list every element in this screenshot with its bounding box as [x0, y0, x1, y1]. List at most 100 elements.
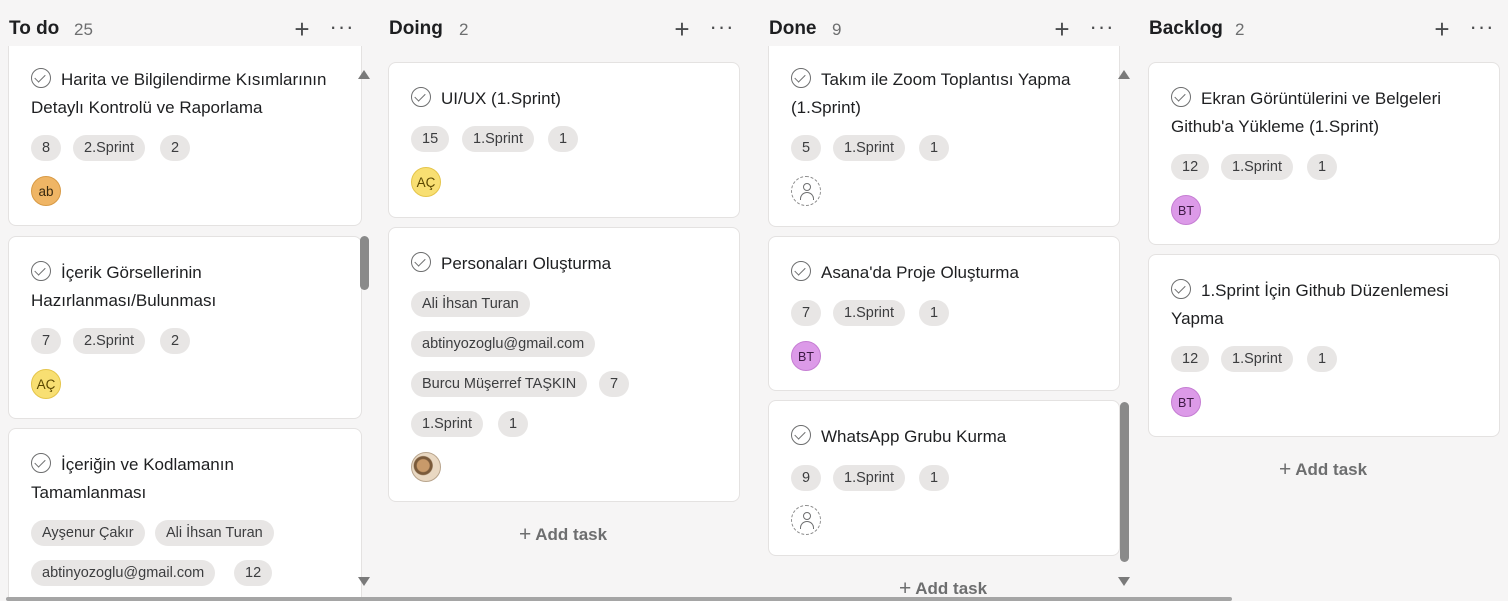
column-header: Doing 2 + ···: [380, 14, 758, 46]
vertical-scrollbar[interactable]: [1117, 66, 1131, 590]
task-title: Harita ve Bilgilendirme Kısımlarının Deta…: [31, 68, 327, 117]
add-task-plus-icon[interactable]: +: [668, 14, 696, 46]
task-card[interactable]: Personaları Oluşturma Ali İhsan Turan ab…: [388, 227, 740, 502]
check-circle-icon[interactable]: [31, 261, 51, 281]
column-count: 2: [459, 20, 469, 39]
task-title: Personaları Oluşturma: [411, 250, 731, 278]
column-to-do: To do 25 + ··· Harita ve Bilgilendirme K…: [0, 0, 378, 601]
avatar[interactable]: ab: [31, 176, 61, 206]
more-horizontal-icon[interactable]: ···: [326, 14, 358, 46]
tag[interactable]: Ali İhsan Turan: [411, 291, 530, 317]
tag[interactable]: 5: [791, 135, 822, 161]
tag[interactable]: 1.Sprint: [462, 126, 534, 152]
scroll-up-arrow[interactable]: [1118, 70, 1130, 79]
tag[interactable]: Ali İhsan Turan: [155, 520, 274, 546]
tag[interactable]: Ayşenur Çakır: [31, 520, 145, 546]
avatar[interactable]: BT: [1171, 195, 1201, 225]
tag[interactable]: 2: [160, 328, 191, 354]
tag[interactable]: 1: [1307, 346, 1338, 372]
more-horizontal-icon[interactable]: ···: [1466, 14, 1498, 46]
tag[interactable]: 1: [548, 126, 579, 152]
column-header: Done 9 + ···: [760, 14, 1138, 46]
avatar[interactable]: BT: [791, 341, 821, 371]
task-card[interactable]: WhatsApp Grubu Kurma 9 1.Sprint 1: [768, 400, 1120, 556]
tag[interactable]: 1: [919, 300, 950, 326]
tag[interactable]: Burcu Müşerref TAŞKIN: [411, 371, 588, 397]
tag[interactable]: 1: [498, 411, 529, 437]
column-count: 25: [74, 20, 93, 39]
tag[interactable]: 1.Sprint: [1221, 346, 1293, 372]
scroll-thumb[interactable]: [1120, 402, 1129, 562]
task-card[interactable]: Ekran Görüntülerini ve Belgeleri Github'a…: [1148, 62, 1500, 245]
add-task-button[interactable]: + Add task: [1279, 458, 1367, 482]
check-circle-icon[interactable]: [791, 68, 811, 88]
task-card[interactable]: Asana'da Proje Oluşturma 7 1.Sprint 1 BT: [768, 236, 1120, 391]
tag[interactable]: 7: [791, 300, 822, 326]
task-title: Takım ile Zoom Toplantısı Yapma (1.Sprint…: [791, 68, 1071, 117]
scroll-down-arrow[interactable]: [358, 577, 370, 586]
column-title: Backlog: [1149, 18, 1223, 39]
tag[interactable]: 7: [599, 371, 630, 397]
tag[interactable]: 1: [919, 465, 950, 491]
task-title: İçeriğin ve Kodlamanın Tamamlanması: [31, 453, 234, 502]
more-horizontal-icon[interactable]: ···: [1086, 14, 1118, 46]
task-card[interactable]: 1.Sprint İçin Github Düzenlemesi Yapma 12…: [1148, 254, 1500, 437]
person-icon: [800, 512, 814, 529]
add-task-button[interactable]: + Add task: [519, 523, 607, 547]
tag[interactable]: 2.Sprint: [73, 328, 145, 354]
tag[interactable]: 2: [160, 135, 191, 161]
avatar-photo[interactable]: [411, 452, 441, 482]
check-circle-icon[interactable]: [411, 87, 431, 107]
tag[interactable]: 1.Sprint: [833, 300, 905, 326]
add-task-plus-icon[interactable]: +: [1048, 14, 1076, 46]
tag[interactable]: 1.Sprint: [833, 135, 905, 161]
add-task-plus-icon[interactable]: +: [288, 14, 316, 46]
task-card[interactable]: İçeriğin ve Kodlamanın Tamamlanması Ayşen…: [8, 428, 362, 601]
more-horizontal-icon[interactable]: ···: [706, 14, 738, 46]
tag[interactable]: 7: [31, 328, 62, 354]
scroll-thumb[interactable]: [360, 236, 369, 290]
column-title: Done: [769, 18, 817, 39]
add-task-plus-icon[interactable]: +: [1428, 14, 1456, 46]
scroll-up-arrow[interactable]: [358, 70, 370, 79]
tag[interactable]: 12: [1171, 154, 1210, 180]
avatar[interactable]: AÇ: [411, 167, 441, 197]
column-done: Done 9 + ··· Takım ile Zoom Toplantısı Y…: [760, 0, 1138, 601]
check-circle-icon[interactable]: [791, 261, 811, 281]
check-circle-icon[interactable]: [1171, 87, 1191, 107]
tag[interactable]: 8: [31, 135, 62, 161]
task-title: WhatsApp Grubu Kurma: [791, 423, 1111, 451]
tag[interactable]: 15: [411, 126, 450, 152]
tag[interactable]: 1.Sprint: [1221, 154, 1293, 180]
task-card[interactable]: UI/UX (1.Sprint) 15 1.Sprint 1 AÇ: [388, 62, 740, 218]
tag[interactable]: 1: [1307, 154, 1338, 180]
horizontal-scrollbar[interactable]: [6, 597, 1232, 601]
tag[interactable]: 9: [791, 465, 822, 491]
check-circle-icon[interactable]: [1171, 279, 1191, 299]
check-circle-icon[interactable]: [791, 425, 811, 445]
tag[interactable]: 2.Sprint: [73, 135, 145, 161]
tag[interactable]: abtinyozoglu@gmail.com: [411, 331, 596, 357]
check-circle-icon[interactable]: [31, 68, 51, 88]
tag[interactable]: 12: [1171, 346, 1210, 372]
task-card[interactable]: Takım ile Zoom Toplantısı Yapma (1.Sprint…: [768, 46, 1120, 227]
vertical-scrollbar[interactable]: [357, 66, 371, 590]
column-title: To do: [9, 18, 60, 39]
tag[interactable]: abtinyozoglu@gmail.com: [31, 560, 216, 586]
person-icon: [800, 183, 814, 200]
avatar[interactable]: BT: [1171, 387, 1201, 417]
check-circle-icon[interactable]: [411, 252, 431, 272]
task-card[interactable]: Harita ve Bilgilendirme Kısımlarının Deta…: [8, 46, 362, 226]
scroll-down-arrow[interactable]: [1118, 577, 1130, 586]
task-card[interactable]: İçerik Görsellerinin Hazırlanması/Bulunma…: [8, 236, 362, 419]
plus-icon: +: [519, 523, 532, 546]
avatar[interactable]: AÇ: [31, 369, 61, 399]
unassigned-avatar[interactable]: [791, 505, 821, 535]
tag[interactable]: 1.Sprint: [833, 465, 905, 491]
tag[interactable]: 12: [234, 560, 273, 586]
task-title: Ekran Görüntülerini ve Belgeleri Github'a…: [1171, 87, 1442, 136]
tag[interactable]: 1: [919, 135, 950, 161]
tag[interactable]: 1.Sprint: [411, 411, 483, 437]
unassigned-avatar[interactable]: [791, 176, 821, 206]
check-circle-icon[interactable]: [31, 453, 51, 473]
